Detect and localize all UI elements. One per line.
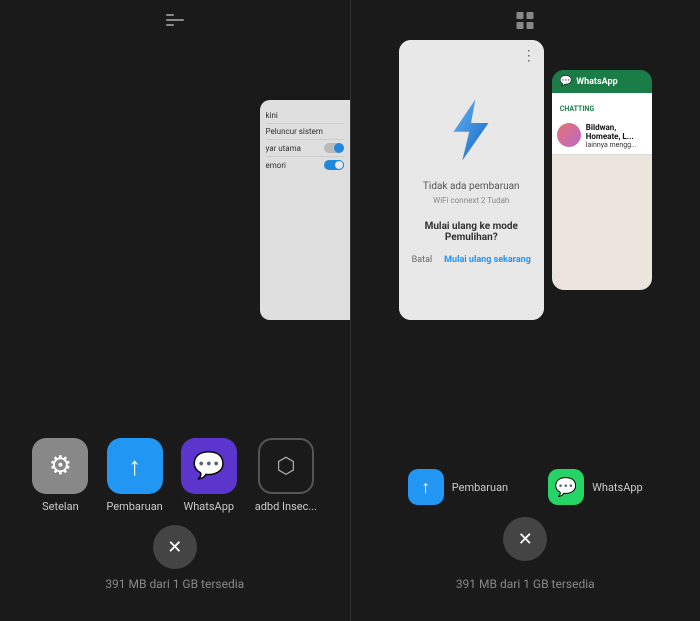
card-pembaruan[interactable]: ⋮ Tidak ada pembaruan WiFi connext 2 Tud…: [399, 40, 544, 320]
memory-text-right: 391 MB dari 1 GB tersedia: [456, 577, 595, 591]
whatsapp-bottom-glyph: 💬: [555, 477, 577, 498]
pembaruan-bottom-label: Pembaruan: [452, 481, 508, 494]
three-dots-menu[interactable]: ⋮: [522, 48, 536, 64]
settings-row-yar: yar utama: [266, 140, 344, 157]
settings-row-peluncur: Peluncur sistem: [266, 124, 344, 140]
bottom-row-right: ↑ Pembaruan 💬 WhatsApp ✕ 391 MB dari 1 G…: [408, 469, 643, 591]
whatsapp-bottom-label: WhatsApp: [592, 481, 643, 494]
close-icon-right: ✕: [518, 529, 533, 550]
wa-chat-item: Bildwan, Homeate, L... lainnya mengg...: [552, 118, 652, 155]
close-button-left[interactable]: ✕: [153, 525, 197, 569]
pembaruan-bottom-icon: ↑: [408, 469, 444, 505]
panel-left: kini Peluncur sistem yar utama emori: [0, 0, 350, 621]
bottom-app-icons: ↑ Pembaruan 💬 WhatsApp: [408, 469, 643, 505]
wa-chat-text: lainnya mengg...: [586, 141, 647, 149]
update-sub-text: WiFi connext 2 Tudah: [433, 196, 509, 205]
no-update-text: Tidak ada pembaruan: [423, 181, 520, 192]
settings-row-emori: emori: [266, 157, 344, 173]
wa-icon-small: 💬: [560, 76, 572, 87]
pembaruan-label: Pembaruan: [106, 500, 162, 513]
whatsapp-bottom-icon: 💬: [548, 469, 584, 505]
bottom-app-pembaruan[interactable]: ↑ Pembaruan: [408, 469, 508, 505]
grid-view-icon[interactable]: [517, 12, 534, 29]
bottom-app-whatsapp[interactable]: 💬 WhatsApp: [548, 469, 643, 505]
close-icon: ✕: [167, 537, 182, 558]
adbd-label: adbd Insec...: [255, 500, 317, 513]
whatsapp-card-header: 💬 WhatsApp: [552, 70, 652, 93]
cancel-button-card[interactable]: Batal: [412, 255, 433, 265]
whatsapp-card-body: Bildwan, Homeate, L... lainnya mengg...: [552, 118, 652, 290]
recents-grid-icon[interactable]: [166, 14, 184, 26]
wa-title: WhatsApp: [576, 77, 617, 87]
arrow-up-icon: ↑: [421, 477, 430, 498]
whatsapp-label: WhatsApp: [183, 500, 234, 513]
confirm-button-card[interactable]: Mulai ulang sekarang: [444, 255, 531, 265]
pembaruan-card-content: ⋮ Tidak ada pembaruan WiFi connext 2 Tud…: [399, 40, 544, 320]
panel-right: ⋮ Tidak ada pembaruan WiFi connext 2 Tud…: [351, 0, 700, 621]
settings-row-kini: kini: [266, 108, 344, 124]
memory-text-left: 391 MB dari 1 GB tersedia: [105, 577, 244, 591]
left-cards-area: kini Peluncur sistem yar utama emori: [0, 40, 350, 460]
card-action-buttons: Batal Mulai ulang sekarang: [412, 255, 531, 265]
wa-avatar: [557, 123, 581, 147]
wa-chatting-badge: CHATTING: [556, 104, 598, 114]
card-whatsapp[interactable]: 💬 WhatsApp CHATTING Bildwan, Homeate, L.…: [552, 70, 652, 290]
setelan-label: Setelan: [42, 500, 79, 513]
wa-chat-name: Bildwan, Homeate, L...: [586, 123, 647, 141]
close-button-right[interactable]: ✕: [503, 517, 547, 561]
lightning-icon: [436, 95, 506, 165]
restart-question: Mulai ulang ke mode Pemulihan?: [409, 221, 534, 243]
